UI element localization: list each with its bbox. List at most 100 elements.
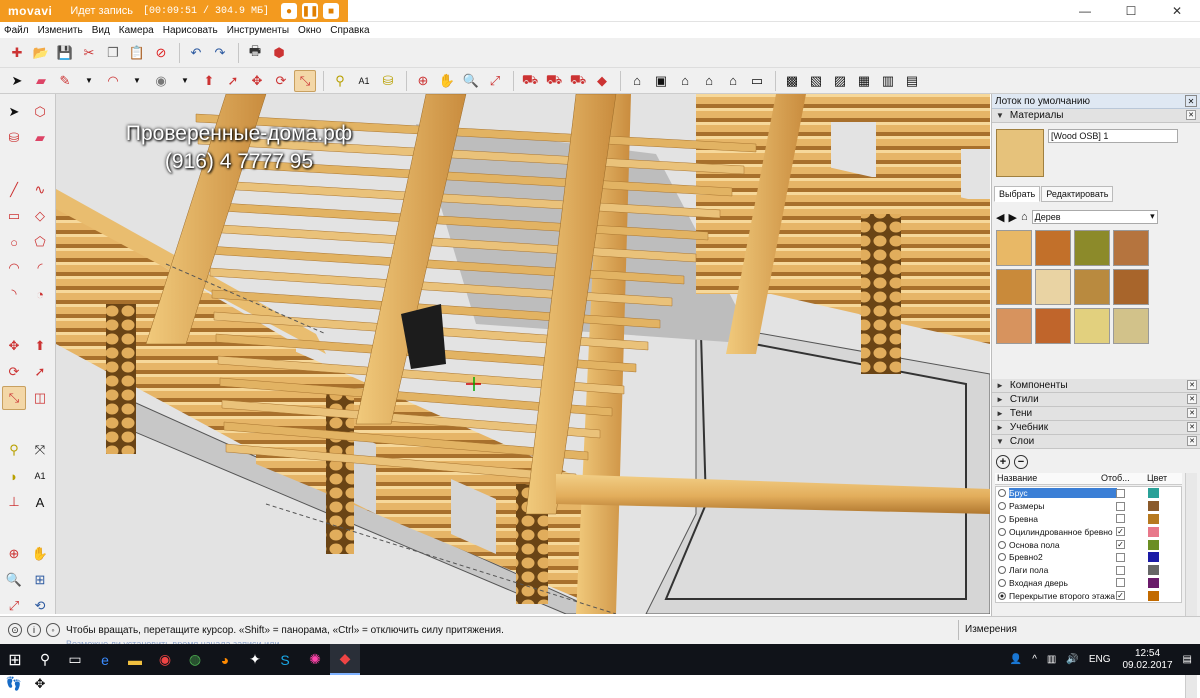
layer-row[interactable]: Брус: [996, 487, 1181, 500]
recorder-app-icon[interactable]: ◉: [150, 644, 180, 675]
geo-location-icon[interactable]: ⊙: [8, 623, 22, 637]
remove-layer-icon[interactable]: −: [1014, 455, 1028, 469]
chevron-down-icon[interactable]: ▼: [78, 70, 100, 92]
network-icon[interactable]: ▥: [1047, 654, 1056, 665]
shaded-icon[interactable]: ▦: [853, 70, 875, 92]
pie-icon[interactable]: ◔: [28, 282, 52, 306]
layer-visible-checkbox[interactable]: ✓: [1116, 591, 1125, 601]
back-view-icon[interactable]: ⌂: [722, 70, 744, 92]
right-view-icon[interactable]: ⌂: [698, 70, 720, 92]
active-layer-radio[interactable]: [998, 591, 1006, 600]
stop-icon[interactable]: ■: [323, 3, 340, 19]
warehouse-icon[interactable]: ⛟: [519, 70, 541, 92]
zoom-extents-icon[interactable]: ⤢: [484, 70, 506, 92]
close-tray-icon[interactable]: ✕: [1185, 95, 1197, 107]
menu-camera[interactable]: Камера: [119, 25, 154, 36]
layer-color-swatch[interactable]: [1148, 501, 1159, 512]
model-info-icon[interactable]: ⬢: [268, 42, 290, 64]
layer-color-swatch[interactable]: [1148, 526, 1159, 537]
erase-icon[interactable]: ⊘: [150, 42, 172, 64]
back-arrow-icon[interactable]: ◀: [996, 211, 1004, 224]
protractor-icon[interactable]: ◗: [2, 464, 26, 488]
forward-arrow-icon[interactable]: ▶: [1008, 211, 1016, 224]
windows-start-icon[interactable]: ⊞: [0, 644, 30, 675]
orbit-icon[interactable]: ⊕: [412, 70, 434, 92]
xray-icon[interactable]: ▩: [781, 70, 803, 92]
active-layer-radio[interactable]: [998, 540, 1006, 549]
volume-icon[interactable]: 🔊: [1066, 654, 1078, 665]
pencil-icon[interactable]: ✎: [54, 70, 76, 92]
layer-row[interactable]: Размеры: [996, 500, 1181, 513]
layer-visible-checkbox[interactable]: [1116, 565, 1125, 575]
active-layer-radio[interactable]: [998, 527, 1006, 536]
axes-icon[interactable]: ⊥: [2, 490, 26, 514]
menu-view[interactable]: Вид: [92, 25, 110, 36]
left-view-icon[interactable]: ▭: [746, 70, 768, 92]
chevron-down-icon[interactable]: ▼: [126, 70, 148, 92]
settings-app-icon[interactable]: ✦: [240, 644, 270, 675]
close-section-icon[interactable]: ✕: [1186, 110, 1196, 120]
move-icon[interactable]: ✥: [246, 70, 268, 92]
move-icon[interactable]: ✥: [2, 334, 26, 358]
shadows-section-header[interactable]: ► Тени ✕: [992, 407, 1200, 421]
arc-3-icon[interactable]: ◝: [2, 282, 26, 306]
pinwheel-app-icon[interactable]: ✺: [300, 644, 330, 675]
make-component-icon[interactable]: ⬡: [28, 100, 52, 124]
material-swatch[interactable]: [1074, 308, 1110, 344]
material-swatch[interactable]: [1035, 230, 1071, 266]
paint-bucket-icon[interactable]: ⛁: [377, 70, 399, 92]
menu-tools[interactable]: Инструменты: [227, 25, 289, 36]
push-pull-icon[interactable]: ⬆: [28, 334, 52, 358]
material-swatch[interactable]: [1113, 308, 1149, 344]
layer-row[interactable]: Основа пола ✓: [996, 538, 1181, 551]
paint-bucket-icon[interactable]: ⛁: [2, 126, 26, 150]
active-layer-radio[interactable]: [998, 566, 1006, 575]
components-section-header[interactable]: ► Компоненты ✕: [992, 379, 1200, 393]
maximize-button[interactable]: ☐: [1108, 0, 1154, 22]
show-hidden-icon[interactable]: ^: [1032, 654, 1037, 665]
zoom-window-icon[interactable]: ⊞: [28, 568, 52, 592]
layer-row[interactable]: Лаги пола: [996, 564, 1181, 577]
pan-icon[interactable]: ✋: [436, 70, 458, 92]
layer-row[interactable]: Бревно2: [996, 551, 1181, 564]
active-layer-radio[interactable]: [998, 502, 1006, 511]
redo-icon[interactable]: ↷: [209, 42, 231, 64]
follow-me-icon[interactable]: ➚: [222, 70, 244, 92]
chevron-down-icon[interactable]: ▼: [174, 70, 196, 92]
undo-icon[interactable]: ↶: [185, 42, 207, 64]
skype-icon[interactable]: S: [270, 644, 300, 675]
circle-icon[interactable]: ○: [2, 230, 26, 254]
freehand-icon[interactable]: ∿: [28, 178, 52, 202]
menu-edit[interactable]: Изменить: [38, 25, 83, 36]
user-icon[interactable]: ◦: [46, 623, 60, 637]
follow-me-icon[interactable]: ➚: [28, 360, 52, 384]
text-icon[interactable]: A1: [353, 70, 375, 92]
edge-icon[interactable]: e: [90, 644, 120, 675]
zoom-icon[interactable]: 🔍: [2, 568, 26, 592]
shape-icon[interactable]: ◉: [150, 70, 172, 92]
cut-icon[interactable]: ✂: [78, 42, 100, 64]
material-name-field[interactable]: [Wood OSB] 1: [1048, 129, 1178, 143]
model-viewport[interactable]: Проверенные-дома.рф (916) 4 7777 95: [56, 94, 990, 614]
top-view-icon[interactable]: ▣: [650, 70, 672, 92]
extension-icon[interactable]: ⛟: [567, 70, 589, 92]
layer-visible-checkbox[interactable]: ✓: [1116, 540, 1125, 550]
material-swatch[interactable]: [1074, 269, 1110, 305]
close-section-icon[interactable]: ✕: [1187, 422, 1197, 432]
layer-visible-checkbox[interactable]: [1116, 552, 1125, 562]
3d-text-icon[interactable]: A: [28, 490, 52, 514]
active-layer-radio[interactable]: [998, 489, 1006, 498]
notifications-icon[interactable]: ▤: [1183, 654, 1192, 665]
firefox-icon[interactable]: ◕: [210, 644, 240, 675]
dimension-icon[interactable]: ⤧: [28, 438, 52, 462]
pan-icon[interactable]: ✋: [28, 542, 52, 566]
wireframe-icon[interactable]: ▧: [805, 70, 827, 92]
copy-icon[interactable]: ❐: [102, 42, 124, 64]
layer-color-swatch[interactable]: [1148, 565, 1159, 576]
rotate-icon[interactable]: ⟳: [2, 360, 26, 384]
line-icon[interactable]: ╱: [2, 178, 26, 202]
scale-icon[interactable]: ⤡: [294, 69, 316, 92]
new-file-icon[interactable]: ✚: [6, 42, 28, 64]
previous-view-icon[interactable]: ⟲: [28, 594, 52, 618]
material-swatch[interactable]: [1113, 230, 1149, 266]
